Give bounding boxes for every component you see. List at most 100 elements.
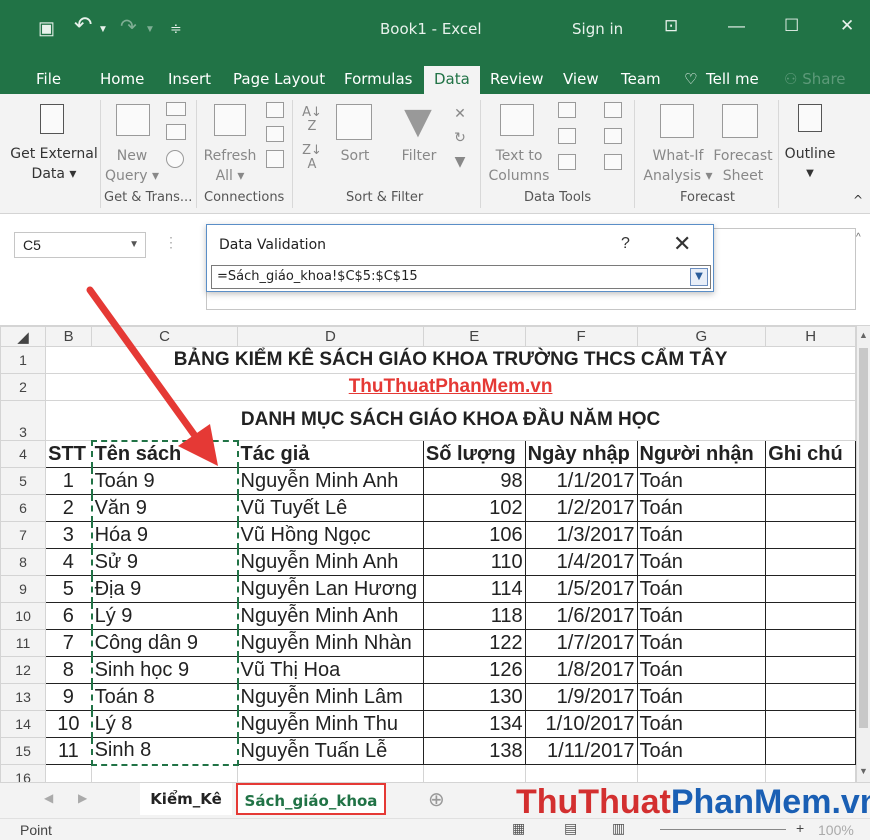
cell[interactable]: 7 [45, 629, 93, 657]
cell[interactable]: 9 [45, 683, 93, 711]
sort-button[interactable]: Sort [330, 146, 380, 166]
tab-page-layout[interactable]: Page Layout [233, 66, 325, 94]
row-header[interactable]: 10 [0, 602, 47, 630]
tab-formulas[interactable]: Formulas [344, 66, 412, 94]
cell[interactable]: Toán [636, 602, 767, 630]
tab-home[interactable]: Home [100, 66, 144, 94]
cell[interactable]: 5 [45, 575, 93, 603]
edit-links-icon[interactable] [266, 150, 284, 168]
row-header[interactable]: 3 [0, 400, 47, 441]
close-window-icon[interactable]: ✕ [840, 16, 854, 36]
cell[interactable]: 126 [422, 656, 526, 684]
header-cell[interactable]: Số lượng [422, 440, 526, 468]
cell[interactable]: 102 [422, 494, 526, 522]
cell[interactable]: Nguyễn Minh Thu [237, 710, 424, 738]
cell[interactable]: 1/6/2017 [524, 602, 638, 630]
cell[interactable] [765, 521, 856, 549]
cell[interactable]: 11 [45, 737, 93, 765]
save-icon[interactable]: ▣ [38, 18, 55, 39]
cell[interactable]: Văn 9 [90, 494, 239, 522]
tab-view[interactable]: View [563, 66, 599, 94]
row-header[interactable]: 1 [0, 346, 47, 374]
cell[interactable]: Sinh học 9 [90, 656, 239, 684]
cell[interactable]: Nguyễn Minh Anh [237, 602, 424, 630]
cell[interactable]: 1/9/2017 [524, 683, 638, 711]
cell[interactable]: 4 [45, 548, 93, 576]
row-header[interactable]: 9 [0, 575, 47, 603]
advanced-filter-icon[interactable]: ▼ [450, 152, 470, 172]
row-header[interactable]: 8 [0, 548, 47, 576]
row-header[interactable]: 16 [0, 764, 47, 782]
cell[interactable]: 98 [422, 467, 526, 495]
cell[interactable] [636, 764, 767, 782]
row-header[interactable]: 6 [0, 494, 47, 522]
remove-duplicates-icon[interactable] [558, 128, 576, 144]
cell[interactable]: Nguyễn Minh Lâm [237, 683, 424, 711]
cell[interactable]: 1/7/2017 [524, 629, 638, 657]
tab-data[interactable]: Data [424, 66, 480, 94]
cell[interactable]: 1/3/2017 [524, 521, 638, 549]
cell[interactable] [91, 764, 238, 782]
next-sheet-icon[interactable]: ▶ [78, 791, 87, 805]
sort-z-a-icon[interactable]: Z↓ A [302, 144, 322, 172]
maximize-icon[interactable]: ☐ [784, 16, 799, 36]
cell[interactable]: Vũ Thị Hoa [237, 656, 424, 684]
cell[interactable]: Công dân 9 [90, 629, 239, 657]
cell[interactable]: Toán 8 [90, 683, 239, 711]
clear-filter-icon[interactable]: ✕ [450, 104, 470, 124]
cell[interactable]: Vũ Hồng Ngọc [237, 521, 424, 549]
column-header-g[interactable]: G [636, 326, 767, 347]
forecast-sheet-button[interactable]: Forecast Sheet [712, 146, 774, 186]
scroll-up-icon[interactable]: ▲ [859, 330, 868, 340]
cell[interactable]: Toán [636, 548, 767, 576]
row-header[interactable]: 13 [0, 683, 47, 711]
cell[interactable] [765, 710, 856, 738]
get-external-data-button[interactable]: Get External Data ▾ [8, 144, 100, 184]
cell[interactable] [765, 683, 856, 711]
cell[interactable]: Nguyễn Minh Nhàn [237, 629, 424, 657]
column-header-d[interactable]: D [237, 326, 424, 347]
page-layout-view-icon[interactable]: ▤ [564, 820, 577, 837]
relationships-icon[interactable] [604, 128, 622, 144]
sort-a-z-icon[interactable]: A↓ Z [302, 106, 322, 134]
cell[interactable]: Toán [636, 683, 767, 711]
cell[interactable]: Nguyễn Minh Anh [237, 548, 424, 576]
cell[interactable]: Toán [636, 629, 767, 657]
normal-view-icon[interactable]: ▦ [512, 820, 525, 837]
cell[interactable]: Nguyễn Minh Anh [237, 467, 424, 495]
cell[interactable] [765, 575, 856, 603]
cell[interactable]: 106 [422, 521, 526, 549]
cell[interactable] [765, 737, 856, 765]
ribbon-display-icon[interactable]: ⊡ [664, 16, 678, 36]
cell[interactable]: Toán [636, 494, 767, 522]
cell[interactable]: 1/8/2017 [524, 656, 638, 684]
row-header[interactable]: 7 [0, 521, 47, 549]
cell[interactable]: 122 [422, 629, 526, 657]
sign-in-link[interactable]: Sign in [572, 20, 623, 38]
scroll-down-icon[interactable]: ▼ [859, 766, 868, 776]
close-dialog-button[interactable]: ✕ [673, 231, 691, 257]
cell[interactable] [422, 764, 526, 782]
text-to-columns-button[interactable]: Text to Columns [486, 146, 552, 186]
help-button[interactable]: ? [621, 235, 630, 253]
page-break-view-icon[interactable]: ▥ [612, 820, 625, 837]
refresh-all-button[interactable]: Refresh All ▾ [200, 146, 260, 186]
zoom-level[interactable]: 100% [818, 822, 854, 838]
filter-button[interactable]: Filter [394, 146, 444, 166]
vertical-scrollbar[interactable]: ▲ ▼ [856, 326, 870, 782]
customize-toolbar-icon[interactable]: ≑ [170, 20, 182, 37]
header-cell[interactable]: Ngày nhập [524, 440, 638, 468]
cell[interactable]: Nguyễn Lan Hương [237, 575, 424, 603]
cell[interactable]: 1/4/2017 [524, 548, 638, 576]
header-cell[interactable]: Tác giả [237, 440, 424, 468]
cell[interactable]: 130 [422, 683, 526, 711]
cell[interactable]: Vũ Tuyết Lê [237, 494, 424, 522]
tell-me-box[interactable]: Tell me [706, 66, 759, 94]
consolidate-icon[interactable] [604, 102, 622, 118]
cell[interactable]: 1/5/2017 [524, 575, 638, 603]
row-header[interactable]: 2 [0, 373, 47, 401]
cell[interactable] [765, 602, 856, 630]
cell[interactable]: Toán [636, 656, 767, 684]
recent-sources-icon[interactable] [166, 150, 184, 168]
redo-icon[interactable]: ↷ [120, 14, 137, 39]
